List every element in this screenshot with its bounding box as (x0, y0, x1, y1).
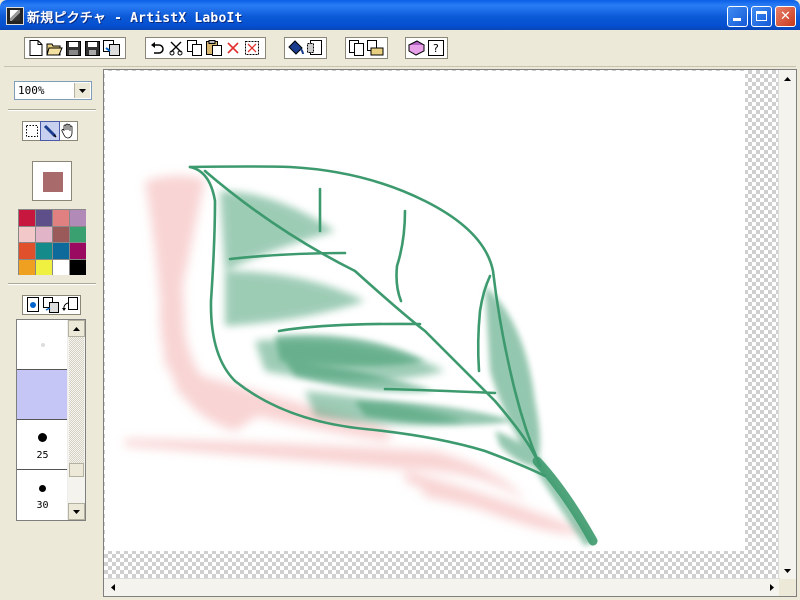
pen-icon[interactable] (40, 121, 60, 141)
brush-item-selected[interactable] (17, 370, 68, 420)
undo-icon[interactable] (148, 39, 166, 57)
about-icon[interactable]: ? (427, 39, 445, 57)
palette-color-swatch[interactable] (36, 226, 52, 242)
palette-color-swatch[interactable] (19, 243, 35, 259)
drawing-canvas[interactable] (105, 71, 745, 551)
palette-color-swatch[interactable] (19, 210, 35, 226)
palette-color-swatch[interactable] (70, 243, 86, 259)
palette-color-swatch[interactable] (36, 243, 52, 259)
zoom-select[interactable]: 100% (14, 81, 92, 100)
select-icon[interactable] (23, 122, 41, 140)
palette-color-swatch[interactable] (19, 226, 35, 242)
new-layer-icon[interactable] (23, 296, 42, 314)
brush-item[interactable]: 30 (17, 470, 68, 520)
canvas-vertical-scrollbar[interactable] (778, 70, 796, 579)
brush-list-scrollbar[interactable] (67, 320, 85, 520)
fill-icon[interactable] (287, 39, 305, 57)
minimize-button[interactable] (727, 6, 748, 27)
copy-layer-icon[interactable] (42, 296, 61, 314)
export-icon[interactable] (103, 39, 121, 57)
palette-color-swatch[interactable] (53, 226, 69, 242)
brush-dot (41, 343, 45, 347)
save-icon[interactable] (65, 39, 83, 57)
palette-color-swatch[interactable] (19, 259, 35, 275)
brush-dot (39, 485, 46, 492)
brush-list: 25 30 (16, 319, 86, 521)
zoom-value: 100% (18, 84, 45, 97)
tool-group (22, 121, 78, 141)
select-all-icon[interactable] (243, 39, 261, 57)
palette-color-swatch[interactable] (53, 243, 69, 259)
scroll-down-button[interactable] (779, 562, 796, 579)
current-color-preview[interactable] (32, 161, 72, 201)
canvas-horizontal-scrollbar[interactable] (104, 578, 780, 596)
edit-toolbar-group (145, 37, 266, 59)
duplicate-icon[interactable] (348, 39, 366, 57)
chevron-down-icon[interactable] (74, 83, 90, 98)
layer-toolbar-group (345, 37, 388, 59)
palette-color-swatch[interactable] (70, 226, 86, 242)
rotate-layer-icon[interactable] (61, 296, 80, 314)
palette-color-swatch[interactable] (70, 259, 86, 275)
main-toolbar: ? (4, 30, 796, 67)
canvas-viewport[interactable] (103, 69, 797, 597)
paste-icon[interactable] (205, 39, 223, 57)
scroll-corner (779, 579, 796, 596)
import-icon[interactable] (367, 39, 385, 57)
help-toolbar-group: ? (405, 37, 448, 59)
palette-color-swatch[interactable] (36, 210, 52, 226)
current-color-swatch (43, 172, 63, 192)
maximize-button[interactable] (751, 6, 772, 27)
brush-dot (38, 433, 47, 442)
scroll-down-button[interactable] (68, 503, 85, 520)
scroll-right-button[interactable] (763, 579, 780, 596)
palette-color-swatch[interactable] (53, 210, 69, 226)
window-title: 新規ピクチャ - ArtistX LaboIt (27, 11, 243, 26)
file-toolbar-group (24, 37, 126, 59)
save-as-icon[interactable] (84, 39, 102, 57)
cut-icon[interactable] (167, 39, 185, 57)
palette-color-swatch[interactable] (70, 210, 86, 226)
tool-panel: 100% 25 30 (4, 68, 100, 596)
scroll-up-button[interactable] (779, 70, 796, 87)
minimize-icon (733, 18, 741, 21)
scroll-left-button[interactable] (104, 579, 121, 596)
fill-toolbar-group (284, 37, 327, 59)
divider (8, 109, 96, 111)
color-palette (18, 209, 86, 275)
palette-color-swatch[interactable] (53, 259, 69, 275)
close-icon: ✕ (780, 9, 791, 24)
hand-icon[interactable] (59, 122, 77, 140)
divider (8, 283, 96, 285)
maximize-icon (756, 11, 767, 21)
scroll-thumb[interactable] (69, 463, 84, 477)
close-button[interactable]: ✕ (775, 6, 796, 27)
brush-item[interactable] (17, 320, 68, 370)
brush-size-label: 25 (36, 450, 49, 461)
app-window: 新規ピクチャ - ArtistX LaboIt ✕ ? 100% 25 30 (0, 0, 800, 600)
clear-icon[interactable] (306, 39, 324, 57)
palette-color-swatch[interactable] (36, 259, 52, 275)
copy-icon[interactable] (186, 39, 204, 57)
layer-tool-group (22, 295, 81, 315)
leaf-drawing (125, 165, 598, 546)
open-icon[interactable] (46, 39, 64, 57)
brush-item[interactable]: 25 (17, 420, 68, 470)
brush-size-label: 30 (36, 500, 49, 511)
help-book-icon[interactable] (408, 39, 426, 57)
scroll-track[interactable] (69, 337, 84, 463)
svg-text:?: ? (433, 42, 439, 55)
app-icon (6, 7, 24, 25)
title-bar[interactable]: 新規ピクチャ - ArtistX LaboIt ✕ (0, 0, 800, 30)
scroll-up-button[interactable] (68, 320, 85, 337)
delete-icon[interactable] (224, 39, 242, 57)
new-icon[interactable] (27, 39, 45, 57)
